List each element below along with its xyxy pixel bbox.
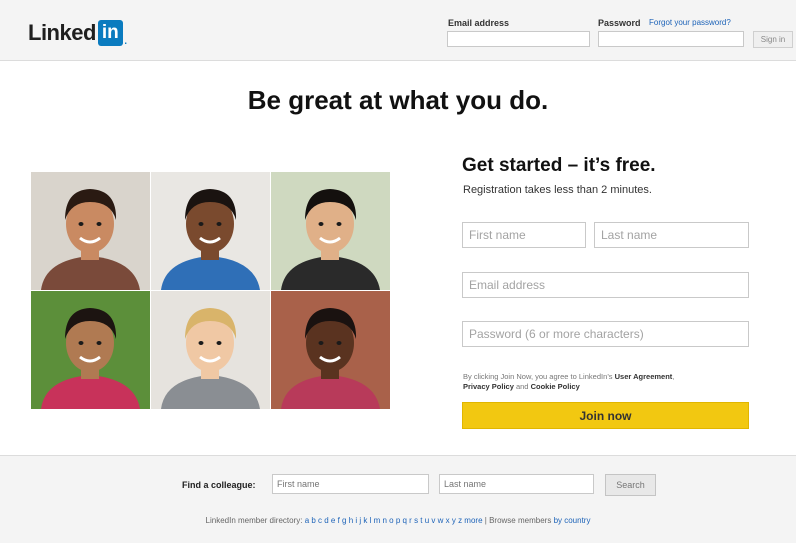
terms-prefix: By clicking Join Now, you agree to Linke…	[463, 372, 613, 381]
signup-title: Get started – it’s free.	[462, 155, 656, 176]
linkedin-logo[interactable]: Linked in .	[28, 19, 128, 47]
header-email-label: Email address	[448, 18, 510, 28]
email-input[interactable]	[462, 272, 749, 298]
first-name-input[interactable]	[462, 222, 586, 248]
logo-wordmark: Linked	[28, 20, 96, 45]
member-photo	[151, 172, 270, 290]
search-button[interactable]: Search	[605, 474, 656, 496]
member-photo	[31, 172, 150, 290]
top-header: Linked in . Email address Password Forgo…	[0, 0, 796, 61]
user-agreement-link[interactable]: User Agreement	[615, 372, 673, 381]
footer: Find a colleague: Search LinkedIn member…	[0, 455, 796, 543]
member-photo-grid	[31, 172, 392, 410]
logo-dot: .	[123, 31, 128, 47]
header-password-label: Password	[598, 18, 641, 28]
header-password-input[interactable]	[598, 31, 744, 47]
member-photo	[31, 291, 150, 409]
browse-prefix: Browse members	[489, 516, 552, 525]
join-now-button[interactable]: Join now	[462, 402, 749, 429]
browse-by-country-link[interactable]: by country	[554, 516, 591, 525]
colleague-first-name-input[interactable]	[272, 474, 429, 494]
privacy-policy-link[interactable]: Privacy Policy	[463, 382, 514, 391]
signup-subtitle: Registration takes less than 2 minutes.	[463, 184, 652, 196]
find-colleague-label: Find a colleague:	[182, 480, 256, 490]
header-email-input[interactable]	[447, 31, 590, 47]
page-headline: Be great at what you do.	[247, 85, 549, 115]
forgot-password-link[interactable]: Forgot your password?	[649, 18, 731, 27]
cookie-policy-link[interactable]: Cookie Policy	[531, 382, 580, 391]
password-input[interactable]	[462, 321, 749, 347]
member-photo	[271, 291, 390, 409]
colleague-last-name-input[interactable]	[439, 474, 594, 494]
last-name-input[interactable]	[594, 222, 749, 248]
directory-separator: |	[484, 516, 487, 525]
member-directory: LinkedIn member directory: a b c d e f g…	[0, 516, 796, 525]
member-photo	[151, 291, 270, 409]
directory-prefix: LinkedIn member directory:	[205, 516, 303, 525]
terms-and: and	[515, 382, 529, 391]
member-photo	[271, 172, 390, 290]
logo-in-badge: in	[97, 20, 123, 46]
terms-text: By clicking Join Now, you agree to Linke…	[463, 372, 675, 391]
sign-in-button[interactable]: Sign in	[753, 31, 793, 48]
directory-letter-links[interactable]: a b c d e f g h i j k l m n o p q r s t …	[305, 516, 483, 525]
